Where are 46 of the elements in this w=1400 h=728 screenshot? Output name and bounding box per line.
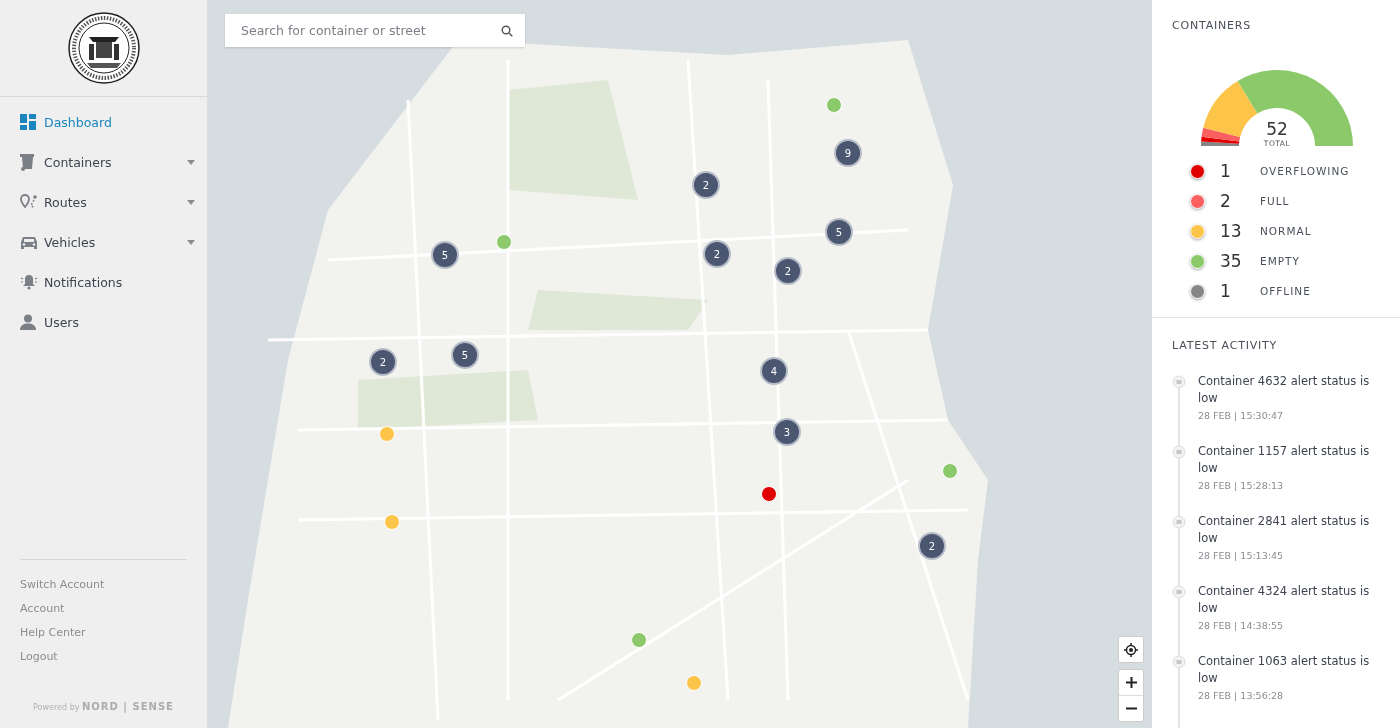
status-label: NORMAL bbox=[1260, 225, 1312, 237]
dashboard-grid-icon bbox=[20, 114, 36, 130]
locate-button[interactable] bbox=[1119, 637, 1143, 662]
status-count: 1 bbox=[1220, 281, 1232, 301]
activity-time: 28 FEB | 14:38:55 bbox=[1198, 620, 1284, 631]
nav-item[interactable]: Containers bbox=[0, 142, 207, 182]
nav-item[interactable]: Notifications bbox=[0, 262, 207, 302]
activity-text: Container 4632 alert status is low bbox=[1198, 373, 1371, 407]
activity-time: 28 FEB | 13:56:28 bbox=[1198, 690, 1284, 701]
search-field[interactable]: Search for container or street bbox=[225, 14, 525, 47]
section-title: CONTAINERS bbox=[1172, 19, 1252, 32]
route-pin-icon bbox=[20, 194, 38, 210]
status-count: 35 bbox=[1220, 251, 1243, 271]
timeline-node-icon bbox=[1172, 655, 1186, 669]
search-icon bbox=[501, 25, 513, 37]
status-label: OVERFLOWING bbox=[1260, 165, 1350, 177]
locate-icon bbox=[1124, 642, 1138, 657]
nav-item[interactable]: Dashboard bbox=[0, 102, 207, 142]
status-label: EMPTY bbox=[1260, 255, 1300, 267]
activity-text: Container 1157 alert status is low bbox=[1198, 443, 1371, 477]
status-count: 1 bbox=[1220, 161, 1232, 181]
activity-text: Container 4324 alert status is low bbox=[1198, 583, 1371, 617]
activity-text: Container 2841 alert status is low bbox=[1198, 513, 1371, 547]
timeline-node-icon bbox=[1172, 585, 1186, 599]
nav-item[interactable]: Routes bbox=[0, 182, 207, 222]
car-icon bbox=[20, 234, 38, 250]
user-icon bbox=[20, 314, 36, 330]
activity-text: Container 1063 alert status is low bbox=[1198, 653, 1371, 687]
activity-time: 28 FEB | 15:13:45 bbox=[1198, 550, 1284, 561]
nav-item[interactable]: Users bbox=[0, 302, 207, 342]
minus-icon bbox=[1125, 707, 1137, 710]
status-label: OFFLINE bbox=[1260, 285, 1311, 297]
timeline-node-icon bbox=[1172, 445, 1186, 459]
timeline-node-icon bbox=[1172, 375, 1186, 389]
activity-time: 28 FEB | 15:30:47 bbox=[1198, 410, 1284, 421]
timeline-node-icon bbox=[1172, 515, 1186, 529]
status-label: FULL bbox=[1260, 195, 1290, 207]
activity-time: 28 FEB | 15:28:13 bbox=[1198, 480, 1284, 491]
bell-icon bbox=[20, 274, 38, 290]
status-count: 13 bbox=[1220, 221, 1243, 241]
plus-icon bbox=[1125, 677, 1137, 688]
nav-item[interactable]: Vehicles bbox=[0, 222, 207, 262]
total-count: 52 bbox=[1266, 119, 1288, 139]
status-count: 2 bbox=[1220, 191, 1232, 211]
section-title: LATEST ACTIVITY bbox=[1172, 339, 1279, 352]
trash-bin-icon bbox=[20, 153, 34, 171]
